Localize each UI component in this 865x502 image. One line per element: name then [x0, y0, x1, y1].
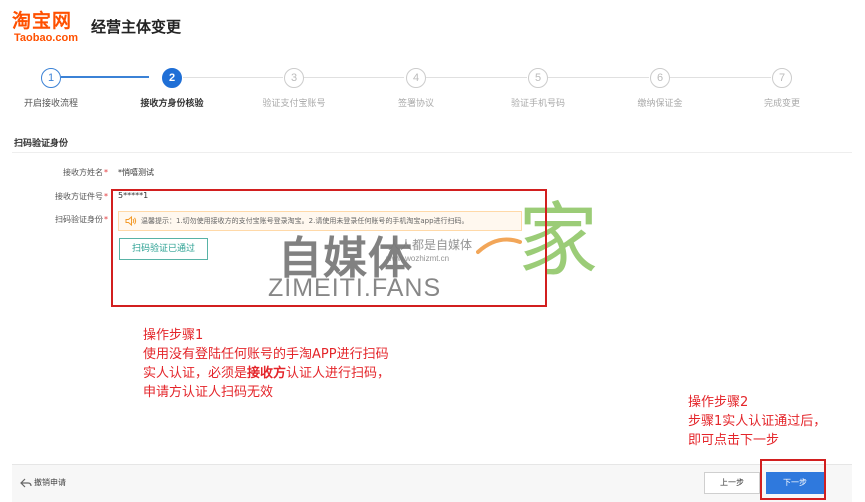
step-connector	[548, 77, 649, 78]
step-connector	[304, 77, 404, 78]
annotation-emphasis: 接收方	[247, 366, 287, 381]
page-header: 淘宝网 Taobao.com 经营主体变更	[0, 0, 865, 52]
step-5-circle: 5	[528, 68, 548, 88]
section-title: 扫码验证身份	[14, 139, 69, 149]
step-connector	[426, 77, 527, 78]
annotation-step2-title: 操作步骤2	[688, 395, 749, 410]
step-4-label: 签署协议	[397, 99, 435, 109]
receiver-name-value: *悄嘻测试	[118, 168, 154, 177]
back-arrow-icon[interactable]	[20, 478, 32, 488]
footer-bar: 撤销申请 上一步 下一步	[12, 464, 852, 502]
step-2-label: 接收方身份核验	[140, 99, 204, 109]
step-2-circle: 2	[162, 68, 182, 88]
next-button-highlight-box	[760, 459, 826, 500]
logo-text-en: Taobao.com	[14, 32, 78, 44]
receiver-id-label-text: 接收方证件号	[55, 192, 103, 201]
step-6-label: 缴纳保证金	[637, 99, 683, 109]
scan-verify-label-text: 扫码验证身份	[55, 215, 103, 224]
receiver-name-label-text: 接收方姓名	[63, 168, 103, 177]
annotation-step2-line1: 步骤1实人认证通过后，	[688, 414, 827, 429]
verification-highlight-box	[111, 189, 547, 307]
step-7-circle: 7	[772, 68, 792, 88]
annotation-step2-line2: 即可点击下一步	[688, 433, 780, 448]
annotation-text: 实人认证，必须是	[143, 366, 248, 381]
previous-step-button[interactable]: 上一步	[704, 472, 760, 494]
progress-steps: 1 2 3 4 5 6 7 开启接收流程 接收方身份核验 验证支付宝账号 签署协…	[0, 66, 865, 114]
section-divider	[12, 152, 852, 153]
receiver-name-label: 接收方姓名*	[8, 167, 108, 178]
step-1-circle: 1	[41, 68, 61, 88]
annotation-step1-line1: 使用没有登陆任何账号的手淘APP进行扫码	[143, 347, 389, 362]
required-mark: *	[104, 168, 108, 177]
scan-verify-label: 扫码验证身份*	[8, 214, 108, 225]
required-mark: *	[104, 192, 108, 201]
required-mark: *	[104, 215, 108, 224]
page-title: 经营主体变更	[91, 18, 182, 36]
step-connector	[670, 77, 771, 78]
step-6-circle: 6	[650, 68, 670, 88]
step-3-label: 验证支付宝账号	[262, 99, 326, 109]
taobao-logo[interactable]: 淘宝网 Taobao.com	[12, 10, 86, 44]
step-5-label: 验证手机号码	[510, 99, 566, 109]
step-3-circle: 3	[284, 68, 304, 88]
step-1-label: 开启接收流程	[23, 99, 79, 109]
step-connector	[61, 76, 149, 78]
step-connector	[183, 77, 283, 78]
step-7-label: 完成变更	[763, 99, 801, 109]
receiver-id-label: 接收方证件号*	[8, 191, 108, 202]
annotation-step1-line2: 实人认证，必须是接收方认证人进行扫码，	[143, 365, 390, 382]
logo-text-cn: 淘宝网	[12, 10, 73, 32]
annotation-text: 认证人进行扫码，	[286, 366, 391, 381]
annotation-step1-title: 操作步骤1	[143, 328, 204, 343]
annotation-step1-line3: 申请方认证人扫码无效	[143, 385, 274, 400]
revoke-application-link[interactable]: 撤销申请	[34, 477, 66, 488]
step-4-circle: 4	[406, 68, 426, 88]
